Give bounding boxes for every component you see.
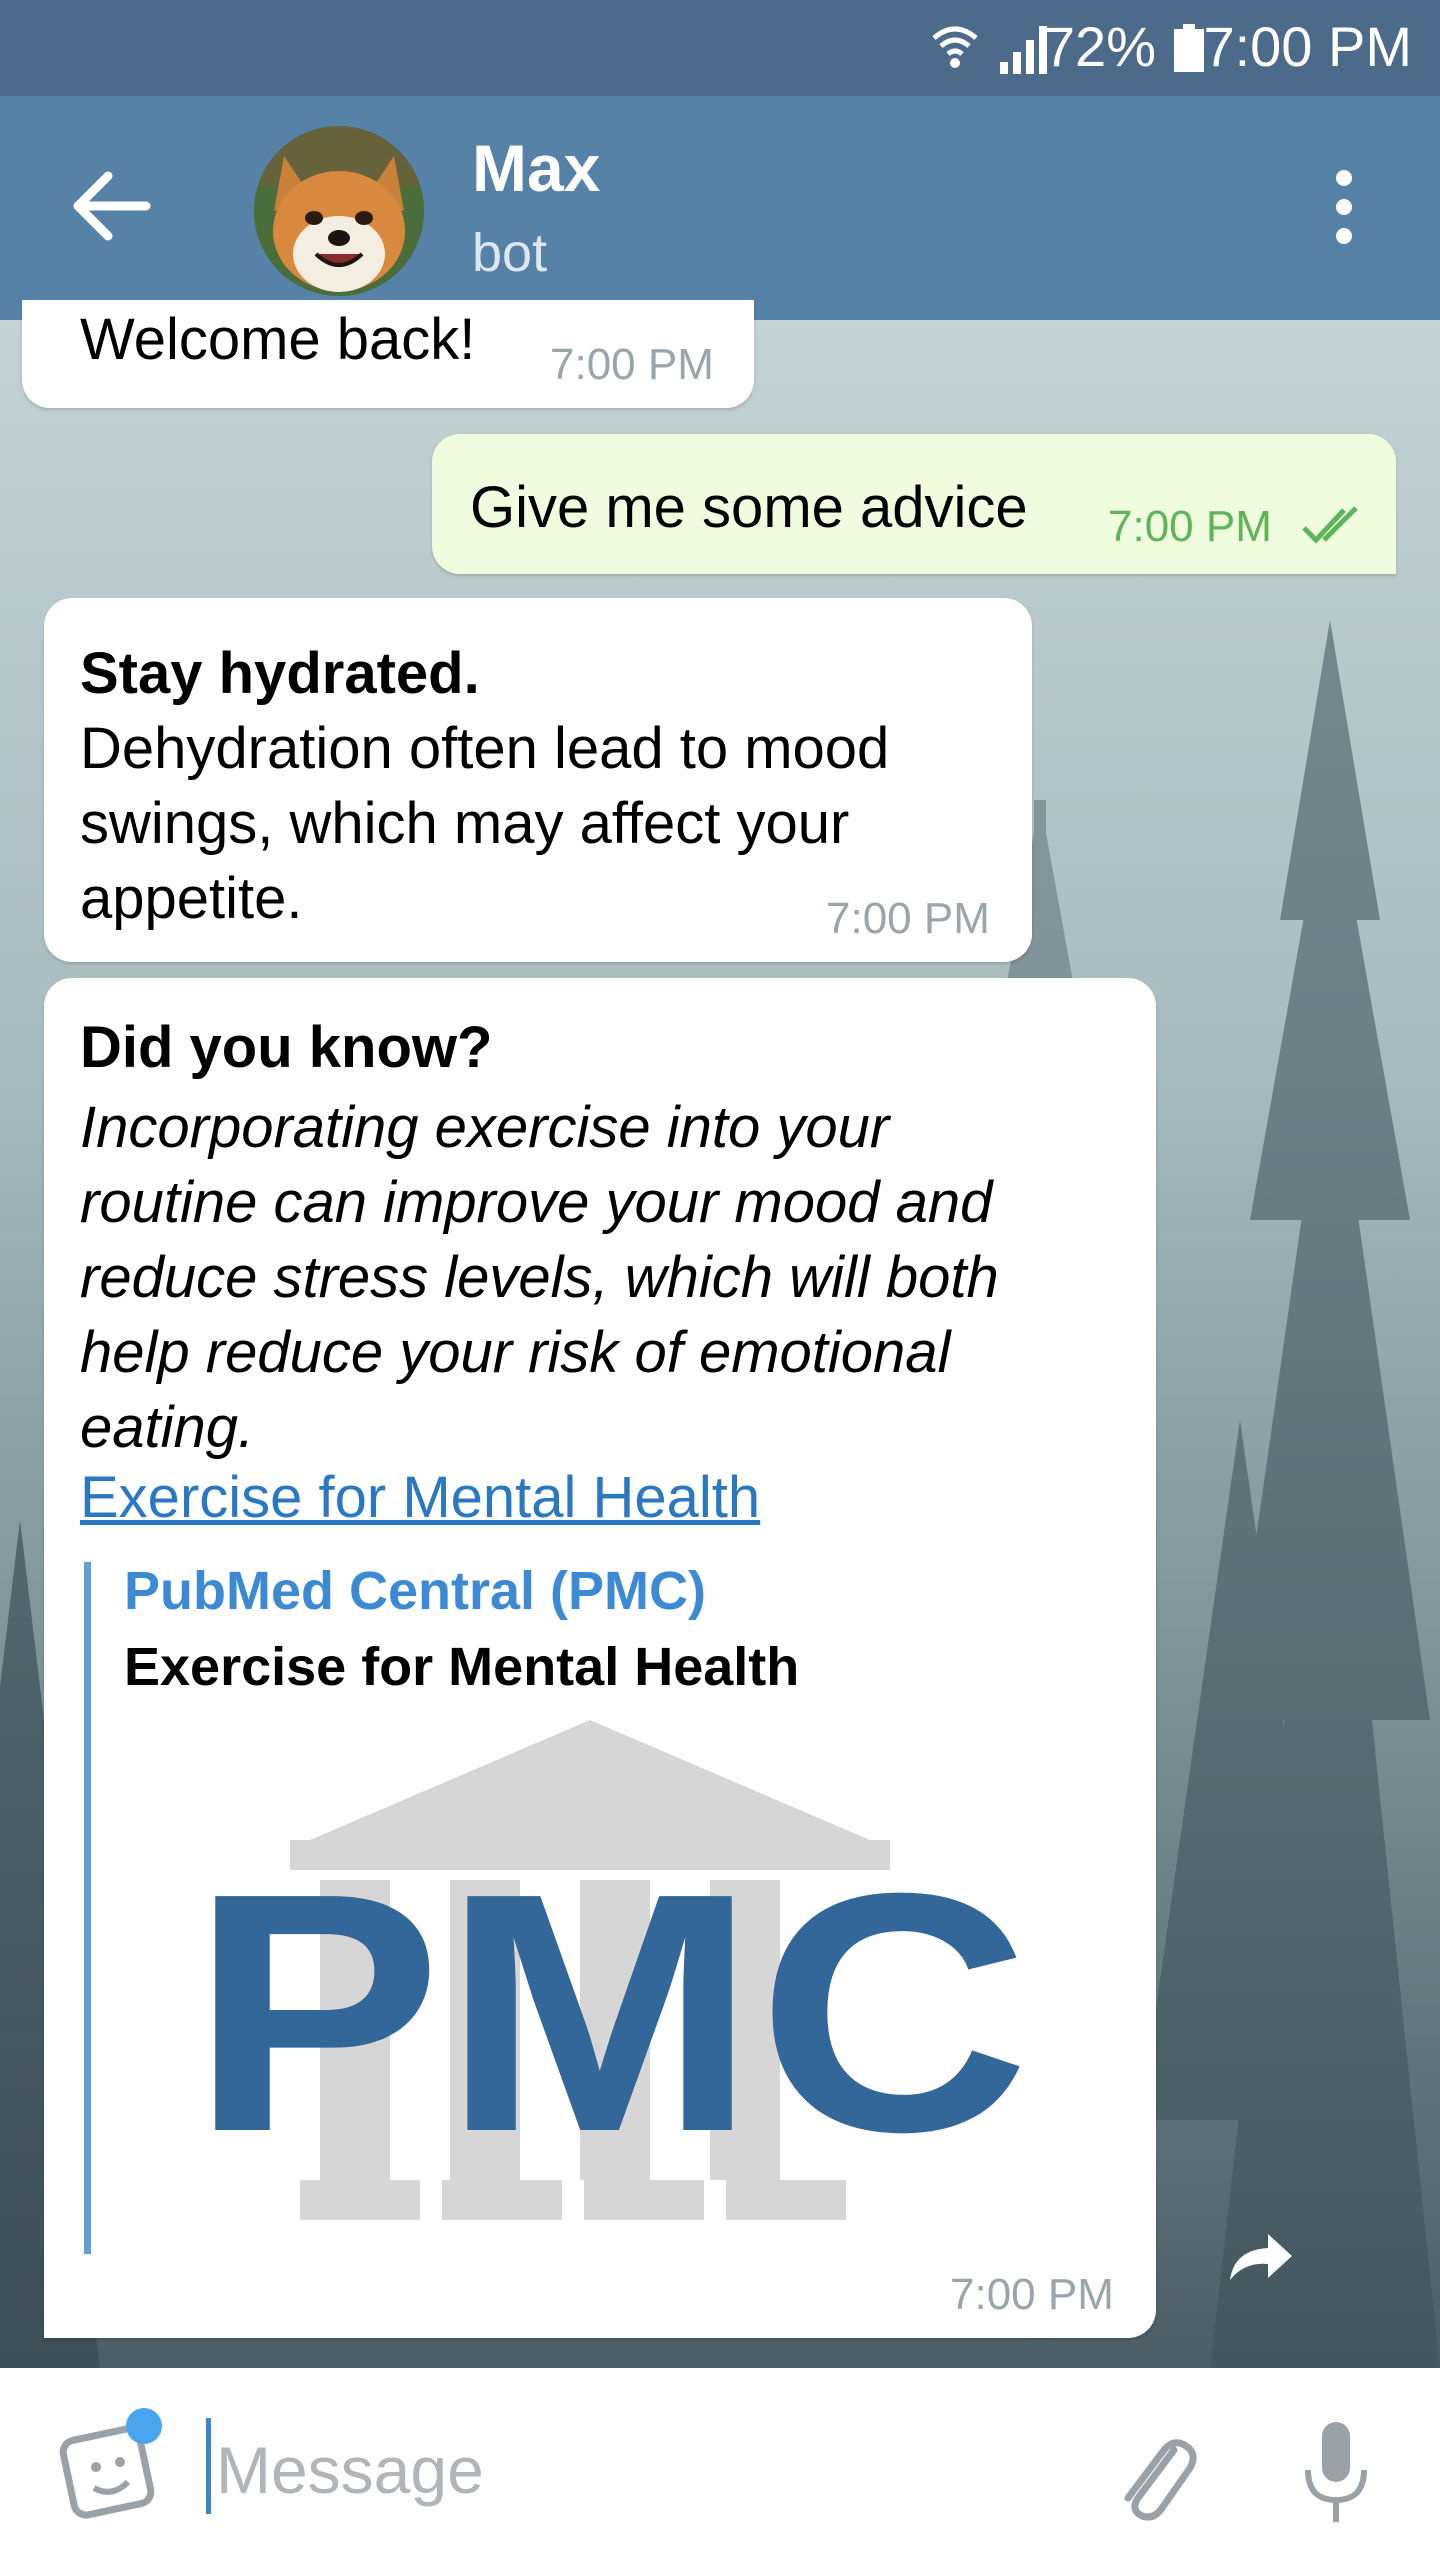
message-input[interactable] (212, 2420, 1076, 2520)
message-title: Stay hydrated. (80, 641, 480, 706)
pmc-logo-text: PMC (190, 1823, 1030, 2203)
message-line: routine can improve your mood and (80, 1170, 993, 1235)
message-time: 7:00 PM (550, 340, 714, 389)
mic-icon[interactable] (1296, 2418, 1376, 2528)
chat-title: Max (472, 131, 601, 205)
article-link[interactable]: Exercise for Mental Health (80, 1464, 760, 1531)
message-text: Incorporating exercise into your routine… (80, 1090, 1100, 1465)
message-line: help reduce your risk of emotional (80, 1320, 951, 1385)
status-time: 7:00 PM (1203, 15, 1412, 78)
chat-subtitle: bot (472, 223, 548, 283)
forward-icon[interactable] (1220, 2214, 1300, 2294)
message-line: reduce stress levels, which will both (80, 1245, 999, 1310)
notification-dot (126, 2408, 162, 2444)
message-time: 7:00 PM (826, 894, 990, 943)
link-preview-accent-bar (84, 1562, 91, 2254)
attach-icon[interactable] (1104, 2420, 1200, 2530)
message-line: Incorporating exercise into your (80, 1095, 890, 1160)
wifi-icon (932, 26, 978, 68)
battery-percent: 72% (1043, 15, 1156, 78)
battery-icon (1174, 24, 1204, 72)
link-preview-title[interactable]: Exercise for Mental Health (124, 1636, 799, 1698)
message-text: Welcome back! (80, 307, 476, 372)
dog-avatar-image (254, 126, 424, 296)
message-line: appetite. (80, 866, 303, 931)
message-text: Stay hydrated. Dehydration often lead to… (80, 636, 1000, 936)
bot-avatar[interactable] (254, 126, 424, 296)
double-check-icon (1302, 506, 1358, 544)
message-title: Did you know? (80, 1015, 493, 1080)
message-line: Dehydration often lead to mood (80, 716, 890, 781)
back-arrow-icon[interactable] (60, 156, 160, 256)
message-line: swings, which may affect your (80, 791, 850, 856)
status-bar: 72% 7:00 PM (0, 0, 1440, 96)
text-cursor (206, 2418, 211, 2514)
message-time: 7:00 PM (1108, 502, 1272, 551)
message-line: eating. (80, 1395, 255, 1460)
pmc-logo-image[interactable]: PMC (170, 1720, 1050, 2240)
message-time: 7:00 PM (950, 2270, 1114, 2319)
link-preview-site[interactable]: PubMed Central (PMC) (124, 1560, 706, 1622)
more-vert-icon[interactable] (1304, 152, 1384, 262)
message-text: Give me some advice (470, 475, 1028, 540)
chat-header: Max bot (0, 96, 1440, 320)
